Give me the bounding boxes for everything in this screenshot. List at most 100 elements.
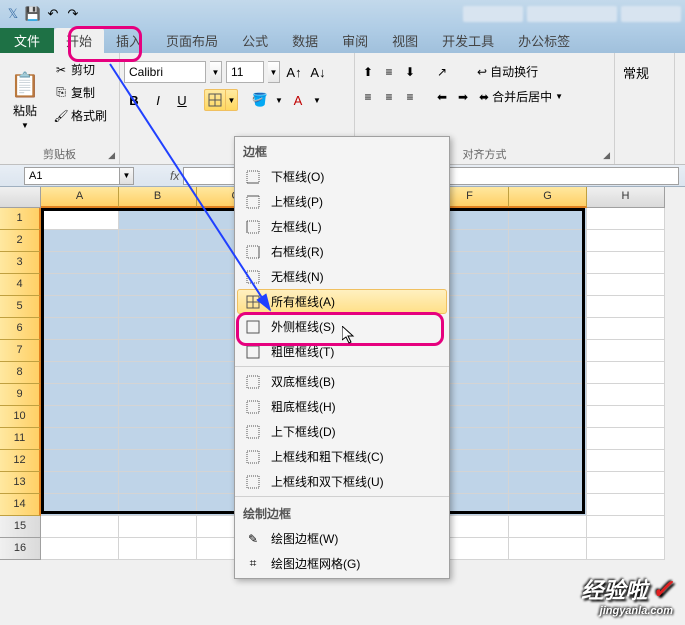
tab-developer[interactable]: 开发工具: [430, 28, 506, 53]
border-menu-item[interactable]: 上框线(P): [237, 189, 447, 214]
cell[interactable]: [119, 472, 197, 494]
cell[interactable]: [119, 274, 197, 296]
row-header[interactable]: 9: [0, 384, 41, 406]
cell[interactable]: [41, 208, 119, 230]
tab-review[interactable]: 审阅: [330, 28, 380, 53]
cell[interactable]: [509, 428, 587, 450]
cell[interactable]: [587, 274, 665, 296]
indent-dec-icon[interactable]: ⬅: [433, 88, 451, 106]
format-painter-button[interactable]: 🖌格式刷: [50, 105, 111, 126]
border-menu-item[interactable]: 无框线(N): [237, 264, 447, 289]
align-left-icon[interactable]: ≡: [359, 88, 377, 106]
align-middle-icon[interactable]: ≡: [380, 63, 398, 81]
cell[interactable]: [41, 318, 119, 340]
copy-button[interactable]: ⎘复制: [50, 82, 111, 103]
font-size-combo[interactable]: 11: [226, 61, 264, 83]
cell[interactable]: [587, 230, 665, 252]
tab-file[interactable]: 文件: [0, 28, 54, 53]
cell[interactable]: [41, 406, 119, 428]
cell[interactable]: [509, 494, 587, 516]
cut-button[interactable]: ✂剪切: [50, 59, 111, 80]
row-header[interactable]: 4: [0, 274, 41, 296]
cell[interactable]: [509, 538, 587, 560]
borders-dd-icon[interactable]: ▼: [225, 90, 237, 110]
cell[interactable]: [587, 450, 665, 472]
align-top-icon[interactable]: ⬆: [359, 63, 377, 81]
cell[interactable]: [119, 384, 197, 406]
clipboard-expand-icon[interactable]: ◢: [108, 150, 115, 161]
fontcolor-dd[interactable]: ▼: [312, 90, 322, 110]
cell[interactable]: [587, 538, 665, 560]
row-header[interactable]: 14: [0, 494, 41, 516]
cell[interactable]: [509, 362, 587, 384]
border-menu-item[interactable]: 左框线(L): [237, 214, 447, 239]
font-color-button[interactable]: A: [288, 90, 308, 110]
border-menu-item[interactable]: 外侧框线(S): [237, 314, 447, 339]
font-size-dd[interactable]: ▼: [268, 61, 280, 83]
fill-color-button[interactable]: 🪣: [250, 90, 270, 110]
cell[interactable]: [509, 252, 587, 274]
border-menu-item[interactable]: 右框线(R): [237, 239, 447, 264]
align-center-icon[interactable]: ≡: [380, 88, 398, 106]
cell[interactable]: [119, 428, 197, 450]
cell[interactable]: [509, 406, 587, 428]
cell[interactable]: [41, 494, 119, 516]
cell[interactable]: [587, 428, 665, 450]
border-menu-item[interactable]: 上框线和双下框线(U): [237, 469, 447, 494]
cell[interactable]: [41, 252, 119, 274]
cell[interactable]: [587, 362, 665, 384]
cell[interactable]: [119, 494, 197, 516]
border-menu-item[interactable]: 粗底框线(H): [237, 394, 447, 419]
cell[interactable]: [587, 472, 665, 494]
redo-icon[interactable]: ↷: [64, 5, 82, 23]
tab-data[interactable]: 数据: [280, 28, 330, 53]
cell[interactable]: [41, 428, 119, 450]
cell[interactable]: [119, 450, 197, 472]
cell[interactable]: [41, 516, 119, 538]
underline-button[interactable]: U: [172, 90, 192, 110]
border-menu-item[interactable]: 所有框线(A): [237, 289, 447, 314]
tab-pagelayout[interactable]: 页面布局: [154, 28, 230, 53]
cell[interactable]: [41, 296, 119, 318]
cell[interactable]: [41, 384, 119, 406]
cell[interactable]: [119, 208, 197, 230]
cell[interactable]: [587, 494, 665, 516]
cell[interactable]: [509, 208, 587, 230]
wrap-text-button[interactable]: ↩自动换行: [473, 61, 542, 82]
fill-dd[interactable]: ▼: [274, 90, 284, 110]
row-header[interactable]: 8: [0, 362, 41, 384]
number-format-combo[interactable]: 常规: [619, 61, 670, 84]
cell[interactable]: [587, 340, 665, 362]
paste-button[interactable]: 📋 粘贴 ▼: [4, 55, 46, 145]
cell[interactable]: [587, 406, 665, 428]
cell[interactable]: [41, 362, 119, 384]
cell[interactable]: [587, 318, 665, 340]
shrink-font-icon[interactable]: A↓: [308, 62, 328, 82]
grow-font-icon[interactable]: A↑: [284, 62, 304, 82]
row-header[interactable]: 16: [0, 538, 41, 560]
cell[interactable]: [119, 406, 197, 428]
cell[interactable]: [119, 538, 197, 560]
cell[interactable]: [119, 340, 197, 362]
save-icon[interactable]: 💾: [24, 5, 42, 23]
bold-button[interactable]: B: [124, 90, 144, 110]
row-header[interactable]: 2: [0, 230, 41, 252]
cell[interactable]: [509, 274, 587, 296]
col-A[interactable]: A: [41, 187, 119, 208]
cell[interactable]: [587, 516, 665, 538]
cell[interactable]: [119, 252, 197, 274]
col-H[interactable]: H: [587, 187, 665, 208]
tab-office[interactable]: 办公标签: [506, 28, 582, 53]
cell[interactable]: [41, 472, 119, 494]
font-name-combo[interactable]: Calibri: [124, 61, 206, 83]
select-all-corner[interactable]: [0, 187, 41, 208]
row-header[interactable]: 11: [0, 428, 41, 450]
cell[interactable]: [509, 384, 587, 406]
indent-inc-icon[interactable]: ➡: [454, 88, 472, 106]
fx-icon[interactable]: fx: [170, 169, 179, 183]
name-box-dd[interactable]: ▼: [120, 167, 134, 185]
row-header[interactable]: 10: [0, 406, 41, 428]
cell[interactable]: [509, 340, 587, 362]
cell[interactable]: [119, 516, 197, 538]
row-header[interactable]: 1: [0, 208, 41, 230]
